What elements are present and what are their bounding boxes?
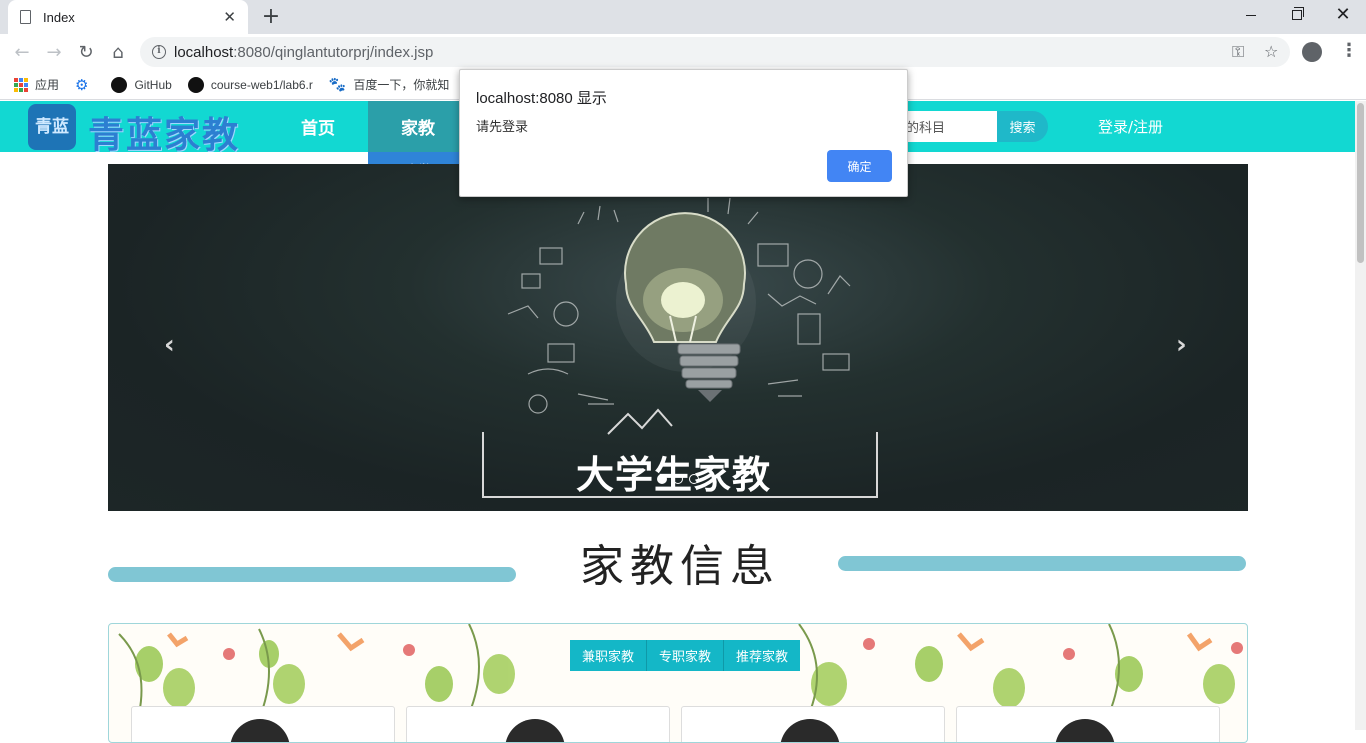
- dialog-title: localhost:8080 显示: [476, 90, 607, 107]
- tab-title: Index: [43, 9, 75, 25]
- minimize-icon: [1246, 14, 1256, 16]
- logo-seal: 青蓝: [28, 104, 76, 150]
- decorative-bar-left: [108, 567, 516, 582]
- page-icon: [20, 10, 31, 24]
- login-register-link[interactable]: 登录/注册: [1098, 101, 1163, 152]
- chevron-left-icon: ‹: [164, 330, 175, 360]
- avatar: [230, 719, 290, 742]
- menu-kebab-icon[interactable]: ⋮: [1340, 40, 1358, 61]
- site-logo[interactable]: 青蓝 青蓝家教: [28, 104, 250, 156]
- dialog-message: 请先登录: [476, 120, 529, 135]
- bookmark-star-icon[interactable]: ☆: [1264, 42, 1278, 61]
- bookmark-baidu[interactable]: 🐾 百度一下，你就知: [329, 76, 449, 93]
- browser-tab[interactable]: Index ✕: [8, 0, 248, 34]
- logo-text: 青蓝家教: [88, 114, 241, 156]
- browser-tab-strip: Index ✕ + ✕: [0, 0, 1366, 34]
- restore-button[interactable]: [1274, 0, 1320, 30]
- apps-grid-icon: [14, 77, 28, 92]
- scrollbar-thumb[interactable]: [1357, 103, 1364, 263]
- account-icon[interactable]: [1302, 42, 1322, 62]
- reload-icon: ↻: [78, 41, 94, 63]
- github-icon: [111, 76, 128, 93]
- bookmark-apps[interactable]: 应用: [14, 76, 59, 93]
- key-icon[interactable]: ⚿: [1232, 42, 1244, 62]
- nav-tutor[interactable]: 家教: [368, 101, 468, 152]
- carousel-dot[interactable]: [673, 474, 683, 484]
- home-button[interactable]: ⌂: [104, 38, 132, 66]
- close-tab-icon[interactable]: ✕: [223, 8, 236, 26]
- home-icon: ⌂: [112, 41, 124, 63]
- chevron-right-icon: ›: [1176, 330, 1187, 360]
- avatar: [780, 719, 840, 742]
- page-scrollbar[interactable]: [1355, 101, 1366, 730]
- carousel: ‹ › 大学生家教: [108, 164, 1248, 511]
- arrow-left-icon: ←: [14, 41, 30, 63]
- back-button[interactable]: ←: [8, 38, 36, 66]
- avatar: [505, 719, 565, 742]
- forward-button[interactable]: →: [40, 38, 68, 66]
- url-text: localhost:8080/qinglantutorprj/index.jsp: [174, 43, 434, 61]
- baidu-paw-icon: 🐾: [328, 76, 347, 92]
- carousel-dot[interactable]: [689, 474, 699, 484]
- site-info-icon[interactable]: i: [152, 45, 166, 59]
- arrow-right-icon: →: [46, 41, 62, 63]
- tutor-card[interactable]: [956, 706, 1220, 742]
- tab-recommended[interactable]: 推荐家教: [724, 640, 800, 671]
- tutor-type-tabs: 兼职家教 专职家教 推荐家教: [570, 640, 801, 671]
- close-icon: ✕: [1335, 4, 1351, 25]
- search-button[interactable]: 搜索: [997, 111, 1048, 142]
- restore-icon: [1292, 7, 1304, 20]
- carousel-dot[interactable]: [657, 474, 667, 484]
- tab-part-time[interactable]: 兼职家教: [570, 640, 648, 671]
- tab-full-time[interactable]: 专职家教: [647, 640, 725, 671]
- new-tab-button[interactable]: +: [258, 4, 284, 30]
- reload-button[interactable]: ↻: [72, 38, 100, 66]
- avatar: [1055, 719, 1115, 742]
- nav-home[interactable]: 首页: [268, 101, 368, 152]
- browser-toolbar: ← → ↻ ⌂ i localhost:8080/qinglantutorprj…: [0, 34, 1366, 70]
- tutor-info-panel: 兼职家教 专职家教 推荐家教: [108, 623, 1248, 743]
- decorative-bar-right: [838, 556, 1246, 571]
- alert-dialog: localhost:8080 显示 请先登录 确定: [459, 69, 908, 197]
- close-window-button[interactable]: ✕: [1320, 0, 1366, 30]
- bookmark-gear[interactable]: ⚙: [75, 76, 95, 94]
- minimize-button[interactable]: [1228, 0, 1274, 30]
- carousel-indicators: [657, 474, 699, 484]
- carousel-prev-button[interactable]: ‹: [164, 330, 175, 360]
- gear-icon: ⚙: [75, 76, 89, 94]
- section-title: 家教信息: [580, 541, 780, 592]
- dialog-ok-button[interactable]: 确定: [827, 150, 892, 182]
- bookmark-github[interactable]: GitHub: [111, 76, 172, 93]
- tutor-card[interactable]: [406, 706, 670, 742]
- tutor-card[interactable]: [681, 706, 945, 742]
- tutor-card[interactable]: [131, 706, 395, 742]
- bookmark-course-web1[interactable]: course-web1/lab6.r: [187, 76, 313, 93]
- github-icon: [187, 76, 204, 93]
- address-bar[interactable]: i localhost:8080/qinglantutorprj/index.j…: [140, 37, 1290, 67]
- carousel-caption: 大学生家教: [576, 453, 772, 497]
- carousel-next-button[interactable]: ›: [1176, 330, 1187, 360]
